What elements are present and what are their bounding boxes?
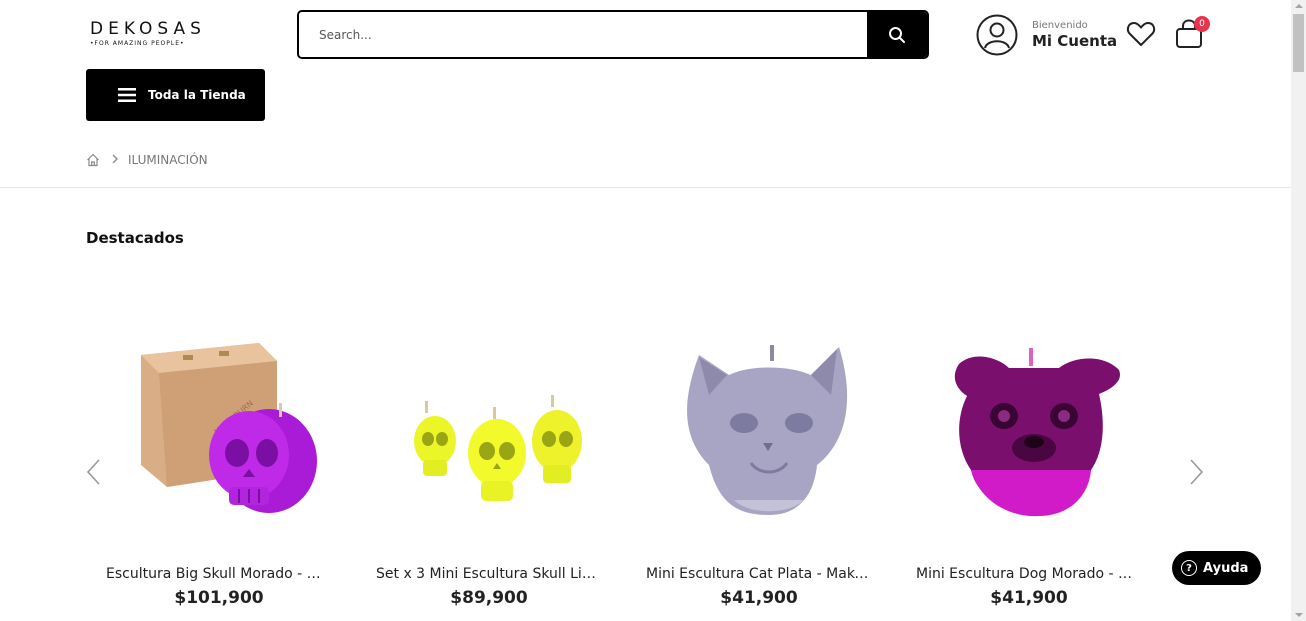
product-card[interactable]: Mini Escultura Dog Morado - Make Burn $4… xyxy=(898,300,1160,608)
heart-icon xyxy=(1126,22,1156,46)
scroll-thumb[interactable] xyxy=(1293,14,1304,72)
product-image[interactable] xyxy=(358,300,620,550)
chevron-right-icon xyxy=(1190,459,1204,485)
menu-icon xyxy=(118,88,136,102)
product-name[interactable]: Escultura Big Skull Morado - Make Burn xyxy=(88,566,350,582)
cart-button[interactable]: 0 xyxy=(1175,16,1210,54)
cart-count-badge: 0 xyxy=(1194,16,1210,32)
help-icon: ? xyxy=(1181,560,1197,576)
search-input[interactable] xyxy=(299,12,867,57)
account-welcome: Bienvenido xyxy=(1032,20,1088,31)
product-card[interactable]: MAKE BURN Escultura Big Skull Morado - M… xyxy=(88,300,350,608)
shop-all-button[interactable]: Toda la Tienda xyxy=(86,69,265,121)
section-title: Destacados xyxy=(86,229,184,247)
product-name[interactable]: Mini Escultura Cat Plata - Make Burn xyxy=(628,566,890,582)
help-label: Ayuda xyxy=(1203,560,1249,576)
product-image[interactable] xyxy=(628,300,890,550)
product-price: $41,900 xyxy=(720,588,798,608)
wishlist-button[interactable] xyxy=(1126,21,1156,51)
account-name: Mi Cuenta xyxy=(1032,32,1118,50)
scroll-up-arrow[interactable] xyxy=(1295,4,1303,8)
shop-all-label: Toda la Tienda xyxy=(148,88,246,102)
user-icon xyxy=(976,14,1018,56)
carousel-next-button[interactable] xyxy=(1189,458,1205,490)
product-card[interactable]: Mini Escultura Cat Plata - Make Burn $41… xyxy=(628,300,890,608)
search-icon xyxy=(889,26,905,43)
logo[interactable]: DEKOSAS •FOR AMAZING PEOPLE• xyxy=(90,19,206,47)
logo-tagline: •FOR AMAZING PEOPLE• xyxy=(90,40,185,47)
logo-wordmark: DEKOSAS xyxy=(90,19,206,39)
scroll-down-arrow[interactable] xyxy=(1295,613,1303,617)
chevron-right-icon xyxy=(112,154,118,164)
breadcrumb-current[interactable]: ILUMINACIÓN xyxy=(128,153,208,167)
header-divider xyxy=(0,187,1291,188)
help-button[interactable]: ? Ayuda xyxy=(1172,551,1261,585)
search-bar xyxy=(297,10,929,59)
breadcrumb-separator xyxy=(112,153,118,167)
product-price: $101,900 xyxy=(174,588,264,608)
product-price: $41,900 xyxy=(990,588,1068,608)
product-price: $89,900 xyxy=(450,588,528,608)
product-card[interactable]: Set x 3 Mini Escultura Skull Lima - Make… xyxy=(358,300,620,608)
search-button[interactable] xyxy=(867,12,927,57)
product-image[interactable]: MAKE BURN xyxy=(88,300,350,550)
breadcrumb: ILUMINACIÓN xyxy=(86,153,208,167)
page-scrollbar[interactable] xyxy=(1291,0,1306,621)
home-icon[interactable] xyxy=(86,153,100,167)
account-link[interactable]: Bienvenido Mi Cuenta xyxy=(976,14,1117,56)
product-name[interactable]: Set x 3 Mini Escultura Skull Lima - Make… xyxy=(358,566,620,582)
product-image[interactable] xyxy=(898,300,1160,550)
product-name[interactable]: Mini Escultura Dog Morado - Make Burn xyxy=(898,566,1160,582)
